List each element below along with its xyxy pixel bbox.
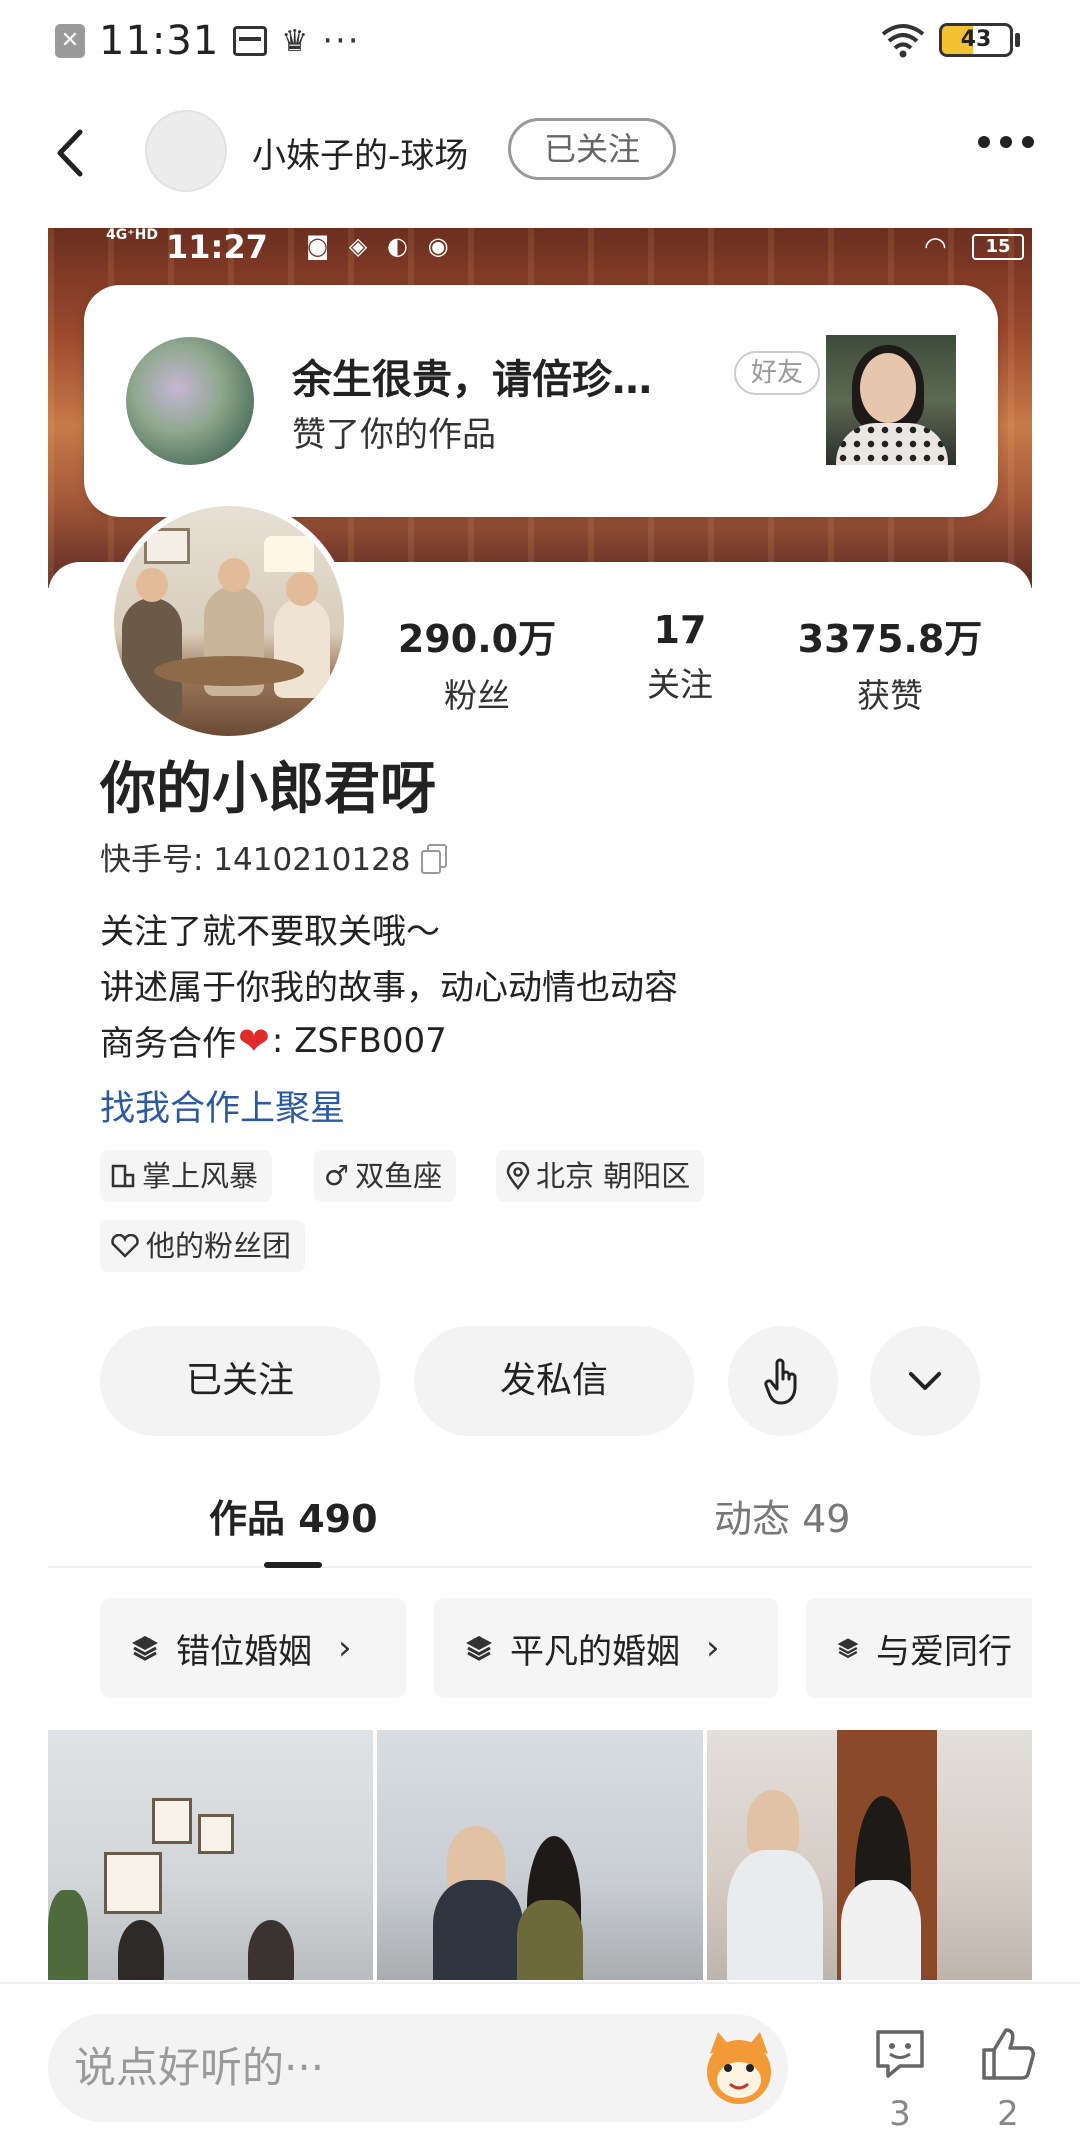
tag-store[interactable]: 掌上风暴 [100,1150,273,1202]
tag-store-label: 掌上风暴 [142,1159,259,1193]
chevron-right-icon: › [706,1628,720,1668]
copy-icon[interactable] [420,843,447,874]
followed-button[interactable]: 已关注 [100,1326,380,1436]
male-icon: ♂ [324,1159,350,1192]
collection-chip-2-label: 平凡的婚姻 [510,1631,680,1672]
like-notification-card[interactable]: 余生很贵，请倍珍… 赞了你的作品 好友 [84,285,998,517]
wifi-icon [881,24,925,58]
video-thumbnail-3[interactable] [706,1730,1032,1980]
cooperation-link[interactable]: 找我合作上聚星 [100,1080,345,1131]
comment-input[interactable]: 说点好听的··· [48,2014,788,2122]
followers-label: 粉丝 [444,676,510,715]
likes-label: 获赞 [857,676,923,715]
location-icon [506,1162,530,1190]
poke-hand-icon [764,1358,797,1405]
tab-active-indicator [264,1562,322,1568]
likes-count: 3375.8万 [797,617,983,661]
notification-thumbnail [826,335,956,465]
expand-button[interactable] [870,1326,980,1436]
battery-level: 43 [960,27,992,52]
followers-count: 290.0万 [397,617,557,661]
friend-badge: 好友 [734,351,820,395]
bio-business: 商务合作 ❤ : ZSFB007 [100,1016,447,1065]
following-count: 17 [653,608,707,652]
collection-chip-2[interactable]: 平凡的婚姻 › [434,1598,778,1698]
tag-fan-club[interactable]: 他的粉丝团 [100,1220,306,1272]
stat-following[interactable]: 17 关注 [610,608,750,706]
more-options-icon[interactable] [978,136,1034,148]
status-more-icon: ··· [322,21,361,61]
video-thumbnail-2[interactable] [377,1730,703,1980]
stat-followers[interactable]: 290.0万 粉丝 [392,608,562,717]
following-label: 关注 [647,665,713,704]
card-icon [233,26,268,56]
bio-line-2: 讲述属于你我的故事，动心动情也动容 [100,968,678,1008]
fan-club-icon [111,1234,139,1258]
tab-works[interactable]: 作品 490 [209,1488,378,1543]
bio-business-prefix: 商务合作 [100,1024,236,1064]
nav-follow-button[interactable]: 已关注 [508,118,676,180]
collection-chip-1[interactable]: 错位婚姻 › [100,1598,406,1698]
bio-business-suffix: : ZSFB007 [271,1020,447,1061]
poke-button[interactable] [728,1326,838,1436]
notification-title: 余生很贵，请倍珍… [292,357,652,403]
kuaishou-id-text: 快手号: 1410210128 [100,842,411,878]
banner-app-icons: ◙ ◈ ◐ ◉ [306,232,455,260]
content-tabs: 作品 490 动态 49 [48,1478,1032,1568]
comment-icon[interactable] [870,2024,930,2084]
emoji-mascot-icon[interactable] [696,2024,782,2110]
heart-icon: ❤ [238,1018,270,1063]
store-icon [111,1164,135,1188]
banner-signal-icon: 4G⁺HD [106,228,158,243]
video-grid [48,1730,1032,1980]
stat-likes[interactable]: 3375.8万 获赞 [790,608,990,717]
banner-wifi-icon: ◠ [924,232,947,262]
collection-chip-1-label: 错位婚姻 [176,1631,312,1672]
banner-time: 11:27 [166,228,268,266]
tag-location-label: 北京 朝阳区 [536,1159,691,1193]
tag-zodiac-label: 双鱼座 [355,1159,443,1193]
close-notification-icon: ✕ [55,24,85,58]
nav-avatar[interactable] [145,110,227,192]
bio-line-1: 关注了就不要取关哦～ [100,912,440,952]
like-icon[interactable] [978,2024,1038,2084]
layers-icon [132,1636,158,1661]
battery-tip [1015,33,1020,47]
layers-icon [837,1638,859,1659]
status-left: ✕ 11:31 ♛ ··· [55,18,361,64]
video-thumbnail-1[interactable] [48,1730,374,1980]
send-message-button[interactable]: 发私信 [414,1326,694,1436]
notification-avatar [126,337,254,465]
kuaishou-id: 快手号: 1410210128 [100,834,447,879]
like-count: 2 [997,2094,1019,2134]
nav-title[interactable]: 小妹子的-球场 [252,128,468,177]
tag-location[interactable]: 北京 朝阳区 [496,1150,705,1202]
username: 你的小郎君呀 [100,757,436,822]
back-icon[interactable] [50,128,94,178]
collection-chip-3-label: 与爱同行 [876,1631,1012,1672]
crown-icon: ♛ [281,23,309,59]
battery-icon: 43 [939,23,1013,57]
notification-subtitle: 赞了你的作品 [292,415,496,455]
status-bar: ✕ 11:31 ♛ ··· 43 [0,0,1080,90]
chevron-down-icon [909,1372,941,1390]
tag-fan-club-label: 他的粉丝团 [146,1229,292,1263]
status-right: 43 [881,22,1020,58]
bottom-bar: 说点好听的··· 3 2 [0,1982,1080,2154]
status-time: 11:31 [99,18,220,64]
collection-chip-3[interactable]: 与爱同行 [806,1598,1032,1698]
banner-status-bar: 4G⁺HD 11:27 ◙ ◈ ◐ ◉ ◠ 15 [106,228,1032,268]
tab-moments[interactable]: 动态 49 [714,1488,850,1543]
top-nav: 小妹子的-球场 已关注 [0,100,1080,200]
banner-battery: 15 [972,234,1024,260]
comment-count: 3 [889,2094,911,2134]
tag-zodiac[interactable]: ♂ 双鱼座 [314,1150,457,1202]
chevron-right-icon: › [338,1628,352,1668]
profile-avatar[interactable] [108,500,350,742]
layers-icon [466,1636,492,1661]
